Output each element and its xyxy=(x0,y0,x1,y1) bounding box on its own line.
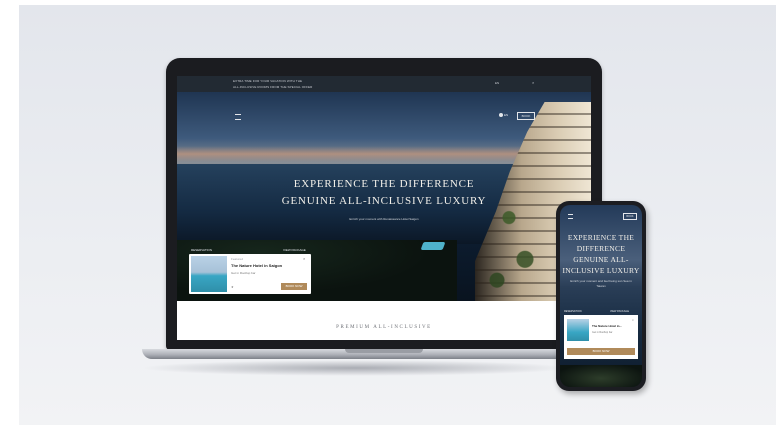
content-section: PREMIUM ALL-INCLUSIVE xyxy=(177,301,591,340)
phone-screen: BOOK EXPERIENCE THE DIFFERENCE GENUINE A… xyxy=(560,205,642,387)
language-switcher[interactable]: EN xyxy=(499,113,509,118)
card-rating: ★ xyxy=(231,285,234,289)
language-label: EN xyxy=(504,113,509,117)
announcement-language[interactable]: EN xyxy=(495,81,499,85)
phone-book-button[interactable]: BOOK xyxy=(623,213,637,220)
announcement-line-2: ALL-INCLUSIVE ROOMS FROM THE SPECIAL OFF… xyxy=(233,85,313,89)
book-now-button[interactable]: BOOK NOW xyxy=(281,283,307,290)
pool-image xyxy=(420,242,446,250)
phone-hotel-thumbnail xyxy=(567,319,589,341)
hero-subtitle: Enrich your moment with Renaissance Hote… xyxy=(349,217,419,221)
phone-hero-image-bottom xyxy=(560,365,642,387)
phone-title-line-1: EXPERIENCE THE xyxy=(567,233,635,242)
card-close-icon[interactable]: × xyxy=(303,256,305,261)
hero-title: EXPERIENCE THE DIFFERENCE GENUINE ALL-IN… xyxy=(177,176,591,210)
hotel-thumbnail xyxy=(191,256,227,292)
phone-card-close-icon[interactable]: × xyxy=(632,318,634,322)
phone-reservation-label: RESERVATION xyxy=(564,310,582,313)
phone-menu-icon[interactable] xyxy=(568,214,573,219)
hero-title-line-1: EXPERIENCE THE DIFFERENCE xyxy=(293,178,475,190)
phone-card-title[interactable]: The Nature Hotel in... xyxy=(592,324,622,328)
phone-hero-title: EXPERIENCE THE DIFFERENCE GENUINE ALL- I… xyxy=(560,232,642,276)
phone-title-line-4: INCLUSIVE LUXURY xyxy=(562,266,640,275)
book-button[interactable]: BOOK xyxy=(517,112,535,120)
laptop-screen: EXTRA TIME FOR YOUR VACATION WITH THE AL… xyxy=(177,76,591,340)
announcement-bar: EXTRA TIME FOR YOUR VACATION WITH THE AL… xyxy=(177,76,591,92)
reservation-label: RESERVATION xyxy=(191,248,213,252)
phone-title-line-2: DIFFERENCE xyxy=(576,244,626,253)
menu-icon[interactable] xyxy=(235,114,241,120)
hero-section: EN BOOK EXPERIENCE THE DIFFERENCE GENUIN… xyxy=(177,92,591,301)
laptop-notch xyxy=(345,349,423,353)
phone-book-now-button[interactable]: BOOK NOW xyxy=(567,348,635,355)
phone-hero-subtitle: Enrich your moment and feel being sun Se… xyxy=(570,279,632,288)
phone-card-meta: Get in Rooftop bar xyxy=(592,331,613,334)
globe-icon xyxy=(499,113,503,118)
phone-reservation-card: The Nature Hotel in... Get in Rooftop ba… xyxy=(564,315,638,359)
card-meta: Get in Rooftop bar xyxy=(231,271,256,275)
announcement-line-1: EXTRA TIME FOR YOUR VACATION WITH THE xyxy=(233,79,303,83)
announcement-close-icon[interactable]: × xyxy=(532,80,534,85)
view-package-link[interactable]: VIEW PACKAGE xyxy=(283,248,306,252)
reservation-card: Featured The Nature Hotel in Saigon Get … xyxy=(189,254,311,294)
hero-title-line-2: GENUINE ALL-INCLUSIVE LUXURY xyxy=(281,195,487,207)
phone-title-line-3: GENUINE ALL- xyxy=(573,255,629,264)
laptop-shadow xyxy=(140,360,570,376)
phone-view-package-link[interactable]: VIEW PACKAGE xyxy=(610,310,629,313)
card-tag: Featured xyxy=(231,257,244,261)
section-heading: PREMIUM ALL-INCLUSIVE xyxy=(336,325,432,330)
card-title[interactable]: The Nature Hotel in Saigon xyxy=(231,263,282,268)
